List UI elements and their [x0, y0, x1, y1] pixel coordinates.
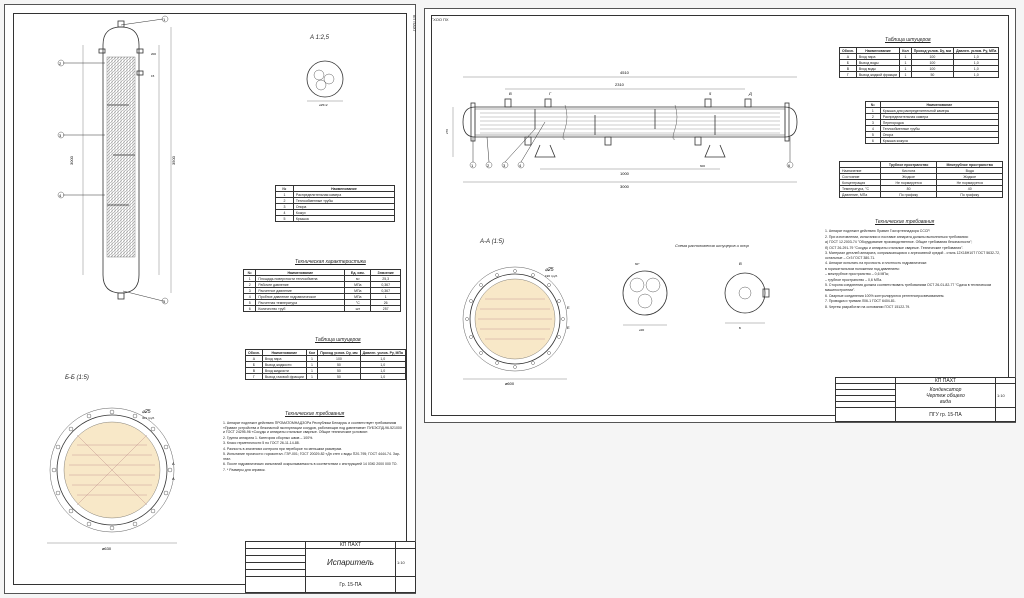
svg-text:1: 1: [471, 163, 474, 168]
svg-text:В: В: [509, 91, 512, 96]
svg-text:2310: 2310: [615, 82, 625, 87]
svg-text:Е: Е: [567, 325, 570, 330]
svg-text:5: 5: [709, 91, 712, 96]
req-title-left: Технические требования: [285, 411, 344, 417]
corner-tag: КП ПАХТ: [412, 15, 417, 32]
group: Гр. 15-ПА: [306, 577, 396, 593]
svg-text:Е: Е: [567, 305, 570, 310]
parts-table-right: №Наименование 1Крышка для распределитель…: [865, 101, 999, 144]
svg-text:4: 4: [519, 163, 522, 168]
svg-text:⌀25: ⌀25: [545, 267, 554, 273]
svg-text:А: А: [172, 461, 175, 466]
view-bb-label: Б-Б (1:5): [65, 375, 89, 381]
svg-text:А: А: [172, 476, 175, 481]
view-a-label: А 1:2,5: [310, 35, 329, 41]
svg-text:15: 15: [151, 74, 155, 78]
svg-text:60°: 60°: [635, 262, 640, 266]
title-block-left: КП ПАХТ Испаритель Гр. 15-ПА 1:10: [245, 541, 415, 593]
corner-tag-right: ГХОО ПХ: [431, 17, 449, 22]
svg-text:⌀630: ⌀630: [102, 546, 112, 551]
svg-text:⌀25×2: ⌀25×2: [319, 103, 328, 107]
svg-text:2: 2: [59, 61, 62, 66]
svg-text:Г: Г: [549, 91, 552, 96]
tech-char-title: Техническая характеристика: [295, 259, 366, 265]
drawing-section-aa: ⌀25 196 труб. ⌀600 Е Е: [445, 249, 585, 389]
sheet-evaporator: КП ПАХТ 1: [4, 4, 416, 594]
svg-text:⌀30: ⌀30: [639, 328, 644, 332]
svg-text:3500: 3500: [171, 155, 176, 165]
svg-text:4: 4: [59, 193, 62, 198]
req-title-right: Технические требования: [875, 219, 934, 225]
nozzle-table-right: Обозн.НаименованиеКолПроход услов. Dу, м…: [839, 47, 999, 78]
nozzle-title-right: Таблица штуцеров: [885, 37, 931, 43]
drawing-view-a: ⌀25×2: [295, 49, 355, 109]
nozzle-title-left: Таблица штуцеров: [315, 337, 361, 343]
svg-text:⌀600: ⌀600: [505, 381, 515, 386]
svg-text:301 труб.: 301 труб.: [142, 416, 155, 420]
group: ПГУ гр. 15-ПА: [896, 408, 996, 422]
svg-text:4510: 4510: [620, 70, 630, 75]
title-block-right: КП ПАХТ Конденсатор Чертеж общего вида П…: [835, 377, 1015, 422]
drawing-main-vessel: 1 2 3 4 5 3000 3500 200 15: [23, 15, 223, 325]
tech-char-table: №НаименованиеЕд. изм.Значение 1Площадь п…: [243, 269, 401, 312]
svg-text:В: В: [739, 261, 742, 266]
svg-text:2: 2: [487, 163, 490, 168]
svg-text:196 труб.: 196 труб.: [545, 274, 558, 278]
drawing-nozzle-scheme: 60° ⌀30 В Б: [605, 253, 805, 343]
parts-table-left: №Наименование 1Распределительная камера …: [275, 185, 395, 222]
svg-text:3000: 3000: [620, 184, 630, 189]
svg-text:1000: 1000: [620, 171, 630, 176]
svg-text:5: 5: [163, 299, 166, 304]
svg-text:3: 3: [503, 163, 506, 168]
scheme-label: Схема расположения штуцеров и опор: [675, 243, 749, 248]
svg-text:3000: 3000: [69, 155, 74, 165]
svg-text:270: 270: [445, 129, 449, 134]
requirements-right: 1. Аппарат подлежит действию Правил Госг…: [825, 229, 1003, 310]
svg-text:6: 6: [788, 163, 791, 168]
nodes-table: Трубное пространствоМежтрубное пространс…: [839, 161, 1003, 198]
requirements-left: 1. Аппарат подлежит действию ПРОМАТОМНАД…: [223, 421, 403, 473]
drawing-name: Испаритель: [306, 549, 396, 577]
svg-text:1: 1: [163, 17, 166, 22]
sheet-condenser: ГХОО ПХ 4510 2310 1000 3000 600 270 В Г 5…: [424, 8, 1016, 423]
drawing-horizontal-vessel: 4510 2310 1000 3000 600 270 ВГ 5Д 1 2 3 …: [445, 57, 825, 207]
svg-text:⌀25: ⌀25: [142, 409, 151, 415]
drawing-name: Конденсатор Чертеж общего вида: [896, 384, 996, 408]
view-aa-label: А-А (1:5): [480, 239, 504, 245]
svg-text:600: 600: [700, 164, 705, 168]
svg-text:200: 200: [151, 52, 156, 56]
svg-text:Б: Б: [739, 326, 741, 330]
nozzle-table-left: Обозн.НаименованиеКолПроход услов. Dу, м…: [245, 349, 406, 380]
svg-text:Д: Д: [748, 91, 752, 96]
svg-text:3: 3: [59, 133, 62, 138]
drawing-section-bb: ⌀25 301 труб. ⌀630 А А: [27, 385, 197, 555]
